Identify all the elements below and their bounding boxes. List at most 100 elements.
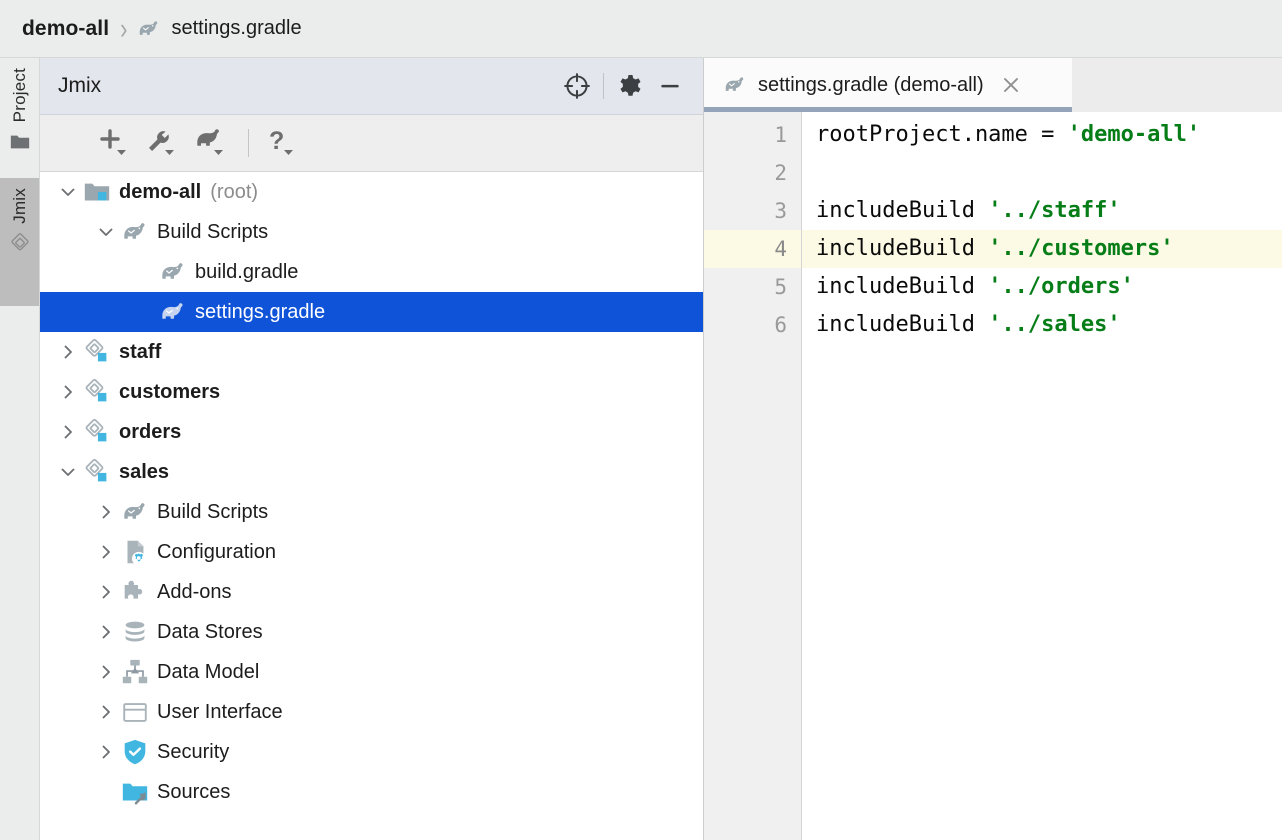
plus-dropdown-icon[interactable] <box>92 122 140 164</box>
editor-tab-bar: settings.gradle (demo-all) <box>704 58 1282 112</box>
breadcrumb: demo-all › settings.gradle <box>0 0 1282 58</box>
tree-row[interactable]: User Interface <box>40 692 704 732</box>
line-number[interactable]: 1 <box>704 116 801 154</box>
tree-row[interactable]: Build Scripts <box>40 492 704 532</box>
wrench-dropdown-icon[interactable] <box>140 122 188 164</box>
gradle-elephant-icon <box>136 16 162 42</box>
folder-icon <box>9 131 31 158</box>
sidebar-item-jmix-label: Jmix <box>10 188 30 224</box>
chevron-right-icon[interactable] <box>92 532 120 572</box>
header-divider <box>603 73 604 99</box>
gradle-elephant-icon <box>722 72 748 98</box>
chevron-right-icon[interactable] <box>54 412 82 452</box>
jmix-module-icon <box>82 377 112 407</box>
tree-row-label: Build Scripts <box>157 501 268 524</box>
code-line[interactable]: includeBuild '../sales' <box>802 306 1282 344</box>
code-text[interactable]: rootProject.name = 'demo-all' includeBuil… <box>802 112 1282 840</box>
tree-row[interactable]: build.gradle <box>40 252 704 292</box>
chevron-right-icon[interactable] <box>92 492 120 532</box>
code-line[interactable]: includeBuild '../orders' <box>802 268 1282 306</box>
gradle-elephant-icon <box>158 257 188 287</box>
code-line[interactable] <box>802 154 1282 192</box>
chevron-down-icon[interactable] <box>92 212 120 252</box>
shield-check-icon <box>120 737 150 767</box>
tree-row[interactable]: Sources <box>40 772 704 812</box>
chevron-down-icon[interactable] <box>54 172 82 212</box>
line-number-gutter: 123456 <box>704 112 802 840</box>
tree-row[interactable]: Data Stores <box>40 612 704 652</box>
string-literal: 'demo-all' <box>1068 122 1200 147</box>
code-line[interactable]: includeBuild '../staff' <box>802 192 1282 230</box>
tool-window-title: Jmix <box>58 74 557 98</box>
gradle-elephant-icon <box>120 217 150 247</box>
tree-row[interactable]: demo-all(root) <box>40 172 704 212</box>
tree-row-label: Data Model <box>157 661 259 684</box>
breadcrumb-file[interactable]: settings.gradle <box>136 16 301 42</box>
breadcrumb-project[interactable]: demo-all <box>22 17 109 41</box>
code-line[interactable]: includeBuild '../customers' <box>802 230 1282 268</box>
tree-row[interactable]: settings.gradle <box>40 292 704 332</box>
tree-row[interactable]: Data Model <box>40 652 704 692</box>
code-line[interactable]: rootProject.name = 'demo-all' <box>802 116 1282 154</box>
tree-row[interactable]: customers <box>40 372 704 412</box>
line-number[interactable]: 6 <box>704 306 801 344</box>
gear-icon[interactable] <box>610 66 650 106</box>
code-token: includeBuild <box>816 198 988 223</box>
editor-panel: settings.gradle (demo-all) 123456 rootPr… <box>704 58 1282 840</box>
line-number[interactable]: 2 <box>704 154 801 192</box>
breadcrumb-file-label: settings.gradle <box>171 17 301 40</box>
chevron-right-icon[interactable] <box>92 732 120 772</box>
code-area[interactable]: 123456 rootProject.name = 'demo-all' incl… <box>704 112 1282 840</box>
tree-row[interactable]: Add-ons <box>40 572 704 612</box>
line-number[interactable]: 4 <box>704 230 801 268</box>
jmix-module-icon <box>82 337 112 367</box>
ide-window: demo-all › settings.gradle Project <box>0 0 1282 840</box>
database-icon <box>120 617 150 647</box>
chevron-right-icon[interactable] <box>92 652 120 692</box>
gradle-elephant-dropdown-icon[interactable] <box>188 122 236 164</box>
data-model-icon <box>120 657 150 687</box>
tree-row[interactable]: Build Scripts <box>40 212 704 252</box>
tree-row-sublabel: (root) <box>210 181 258 204</box>
code-token: includeBuild <box>816 236 988 261</box>
chevron-right-icon[interactable] <box>92 612 120 652</box>
tree-row[interactable]: orders <box>40 412 704 452</box>
gradle-elephant-icon <box>158 297 188 327</box>
tab-settings-gradle[interactable]: settings.gradle (demo-all) <box>704 58 1072 112</box>
jmix-toolbar: ? <box>40 115 704 172</box>
sidebar-item-jmix[interactable]: Jmix <box>0 178 39 306</box>
tab-title: settings.gradle (demo-all) <box>758 74 984 97</box>
tree-row[interactable]: sales <box>40 452 704 492</box>
string-literal: '../orders' <box>988 274 1134 299</box>
tree-row-label: Security <box>157 741 229 764</box>
line-number[interactable]: 3 <box>704 192 801 230</box>
svg-text:?: ? <box>269 127 284 155</box>
line-number[interactable]: 5 <box>704 268 801 306</box>
crosshair-target-icon[interactable] <box>557 66 597 106</box>
tree-row-label: Data Stores <box>157 621 263 644</box>
jmix-diamond-icon <box>8 233 32 262</box>
tree-row[interactable]: Configuration <box>40 532 704 572</box>
tree-row[interactable]: Security <box>40 732 704 772</box>
window-icon <box>120 697 150 727</box>
chevron-right-icon[interactable] <box>54 332 82 372</box>
gradle-elephant-icon <box>120 497 150 527</box>
sidebar-item-project[interactable]: Project <box>0 58 39 178</box>
tree-row-label: orders <box>119 421 181 444</box>
configuration-icon <box>120 537 150 567</box>
close-icon[interactable] <box>998 72 1024 98</box>
tree-row-label: Configuration <box>157 541 276 564</box>
chevron-right-icon[interactable] <box>92 692 120 732</box>
chevron-down-icon[interactable] <box>54 452 82 492</box>
tree-row-label: staff <box>119 341 161 364</box>
chevron-right-icon[interactable] <box>54 372 82 412</box>
question-mark-dropdown-icon[interactable]: ? <box>259 122 307 164</box>
jmix-project-tree[interactable]: demo-all(root)Build Scriptsbuild.gradles… <box>40 172 704 839</box>
tree-row[interactable]: staff <box>40 332 704 372</box>
chevron-right-icon[interactable] <box>92 572 120 612</box>
string-literal: '../sales' <box>988 312 1120 337</box>
jmix-module-icon <box>82 457 112 487</box>
minus-icon[interactable] <box>650 66 690 106</box>
jmix-module-icon <box>82 417 112 447</box>
tree-row-label: User Interface <box>157 701 283 724</box>
